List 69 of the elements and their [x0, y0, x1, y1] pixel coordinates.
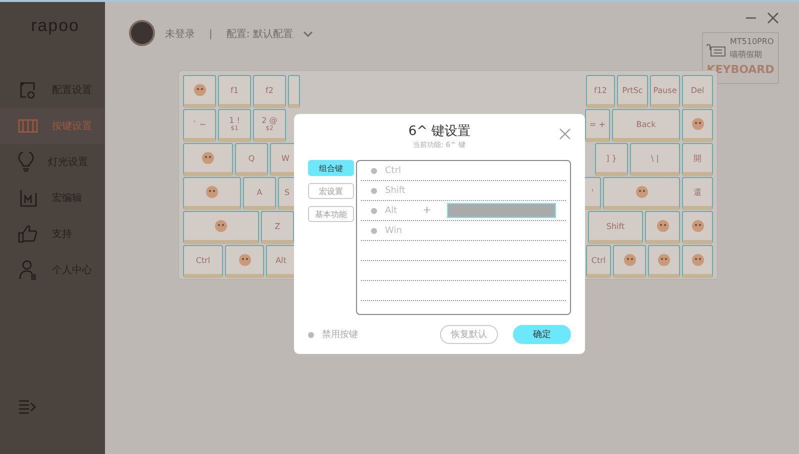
key[interactable]	[225, 245, 264, 278]
user-icon	[18, 260, 38, 280]
key[interactable]: ` ~	[183, 109, 216, 142]
key[interactable]: Ctrl	[586, 245, 611, 278]
modifier-checkbox[interactable]	[371, 168, 377, 174]
plus-sign: +	[422, 205, 432, 216]
key[interactable]	[183, 143, 233, 176]
dialog-tab[interactable]: 宏设置	[308, 183, 354, 199]
key[interactable]: Ctrl	[183, 245, 223, 278]
key[interactable]	[645, 211, 680, 244]
key[interactable]	[613, 245, 646, 278]
key[interactable]: A	[243, 177, 276, 210]
dialog-title: 6^ 键设置	[408, 123, 471, 140]
device-model: MT510PRO	[730, 37, 775, 48]
key[interactable]: Shift	[588, 211, 643, 244]
key[interactable]: \ |	[630, 143, 680, 176]
key[interactable]	[603, 177, 680, 210]
login-status[interactable]: 未登录	[165, 20, 195, 50]
key[interactable]: f12	[586, 75, 615, 108]
key[interactable]: Alt	[266, 245, 296, 278]
sidebar-item[interactable]: 按键设置	[0, 108, 105, 144]
disable-key-checkbox[interactable]	[308, 332, 314, 338]
modifier-label: Alt	[385, 206, 398, 216]
key[interactable]: Q	[235, 143, 268, 176]
key[interactable]: ] }	[595, 143, 628, 176]
key-input-field[interactable]	[447, 203, 556, 218]
key[interactable]	[183, 211, 259, 244]
modifier-label: Ctrl	[385, 166, 402, 176]
key[interactable]: 還	[682, 177, 713, 210]
key[interactable]	[288, 75, 300, 108]
chevron-down-icon[interactable]	[302, 31, 313, 38]
key[interactable]: f2	[253, 75, 286, 108]
thumbs-up-icon	[18, 225, 38, 243]
key[interactable]	[648, 245, 680, 278]
modifier-label: Win	[385, 226, 403, 236]
key[interactable]: 開	[682, 143, 713, 176]
disable-key-label: 禁用按键	[322, 328, 358, 341]
key[interactable]	[183, 177, 241, 210]
modifier-checkbox[interactable]	[371, 188, 377, 194]
modifier-label: Shift	[385, 186, 406, 196]
key[interactable]: Del	[682, 75, 713, 108]
dialog-tab[interactable]: 基本功能	[308, 206, 354, 222]
key[interactable]: Z	[261, 211, 294, 244]
close-icon[interactable]	[767, 12, 779, 24]
device-name: 喵萌假期	[730, 49, 763, 61]
key[interactable]	[682, 245, 713, 278]
macro-icon	[18, 189, 38, 207]
modifier-checkbox[interactable]	[371, 228, 377, 234]
menu-icon[interactable]	[18, 400, 36, 414]
key[interactable]	[183, 75, 216, 108]
bulb-icon	[18, 152, 34, 172]
key[interactable]: '	[584, 177, 601, 210]
key[interactable]: f1	[218, 75, 251, 108]
avatar[interactable]	[129, 20, 155, 46]
key[interactable]	[682, 211, 713, 244]
key[interactable]: Pause	[650, 75, 680, 108]
dialog-tab[interactable]: 组合键	[308, 160, 354, 176]
key[interactable]: Back	[612, 109, 680, 142]
reset-button[interactable]: 恢复默认	[440, 325, 498, 344]
key[interactable]: PrtSc	[617, 75, 648, 108]
modifier-checkbox[interactable]	[371, 208, 377, 214]
keyboard-icon	[706, 43, 726, 57]
close-button[interactable]	[559, 128, 571, 140]
separator: |	[209, 28, 212, 42]
key[interactable]: = +	[585, 109, 610, 142]
sliders-icon	[18, 118, 38, 134]
confirm-button[interactable]: 确定	[513, 325, 571, 344]
profile-selector[interactable]: 配置: 默认配置	[226, 20, 293, 50]
key[interactable]	[682, 109, 713, 142]
